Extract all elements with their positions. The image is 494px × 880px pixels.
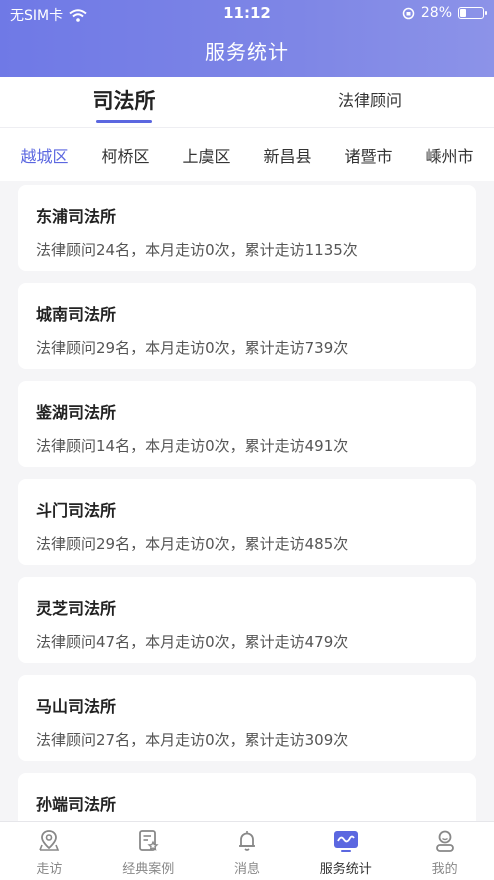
nav-label: 经典案例 [122,862,175,877]
office-stats: 法律顾问29名，本月走访0次，累计走访485次 [36,535,349,553]
battery-icon [458,7,487,19]
list-item[interactable]: 灵芝司法所 法律顾问47名，本月走访0次，累计走访479次 [18,577,476,663]
district-tab-zhuji[interactable]: 诸暨市 [344,143,392,167]
nav-item-messages[interactable]: 消息 [198,822,297,880]
nav-item-visit[interactable]: 走访 [0,822,99,880]
list-item[interactable]: 东浦司法所 法律顾问24名，本月走访0次，累计走访1135次 [18,185,476,271]
nav-label: 我的 [431,862,458,877]
list-item[interactable]: 城南司法所 法律顾问29名，本月走访0次，累计走访739次 [18,283,476,369]
office-name: 斗门司法所 [36,501,117,520]
tab-legal-advisor[interactable]: 法律顾问 [306,77,434,127]
active-tab-indicator [96,120,152,123]
district-tab-yuecheng[interactable]: 越城区 [20,143,68,167]
district-tab-shangyu[interactable]: 上虞区 [182,143,230,167]
document-star-icon [139,830,159,851]
office-stats: 法律顾问29名，本月走访0次，累计走访739次 [36,339,349,357]
office-name: 东浦司法所 [36,207,117,226]
district-tab-shengzhou[interactable]: 嵊州市 [425,143,473,167]
district-tab-keqiao[interactable]: 柯桥区 [101,143,149,167]
map-pin-icon [39,830,60,851]
battery-percent: 28% [420,5,452,21]
tab-judicial-office[interactable]: 司法所 [60,77,188,127]
nav-label: 走访 [36,862,63,877]
nav-label: 服务统计 [319,862,372,877]
bottom-nav: 走访 经典案例 消息 服务统计 我的 [0,821,494,880]
nav-item-statistics[interactable]: 服务统计 [296,822,395,880]
office-name: 灵芝司法所 [36,599,117,618]
office-name: 马山司法所 [36,697,117,716]
list-item[interactable]: 马山司法所 法律顾问27名，本月走访0次，累计走访309次 [18,675,476,761]
tab-label: 法律顾问 [337,91,402,110]
nav-item-cases[interactable]: 经典案例 [99,822,198,880]
district-tab-xinchang[interactable]: 新昌县 [263,143,311,167]
tab-label: 司法所 [92,89,156,113]
page-title: 服务统计 [205,40,289,64]
office-list[interactable]: 东浦司法所 法律顾问24名，本月走访0次，累计走访1135次 城南司法所 法律顾… [18,185,476,821]
office-name: 孙端司法所 [36,795,117,814]
user-icon [435,830,454,852]
chart-wave-icon [333,831,358,852]
nav-label: 消息 [233,862,260,877]
header: 无SIM卡 11:12 28% 服务统计 [0,0,494,77]
office-stats: 法律顾问27名，本月走访0次，累计走访309次 [36,731,349,749]
office-stats: 法律顾问14名，本月走访0次，累计走访491次 [36,437,349,455]
bell-icon [238,831,255,851]
list-item[interactable]: 鉴湖司法所 法律顾问14名，本月走访0次，累计走访491次 [18,381,476,467]
district-tabs: 越城区 柯桥区 上虞区 新昌县 诸暨市 嵊州市 [0,127,494,181]
office-stats: 法律顾问47名，本月走访0次，累计走访479次 [36,633,349,651]
main-tabs: 司法所 法律顾问 [0,77,494,127]
office-name: 鉴湖司法所 [36,403,117,422]
office-name: 城南司法所 [36,305,117,324]
list-item[interactable]: 孙端司法所 [18,773,476,821]
office-stats: 法律顾问24名，本月走访0次，累计走访1135次 [36,241,358,259]
status-bar: 无SIM卡 11:12 28% [0,0,494,26]
nav-item-profile[interactable]: 我的 [395,822,494,880]
list-item[interactable]: 斗门司法所 法律顾问29名，本月走访0次，累计走访485次 [18,479,476,565]
orientation-lock-icon [402,7,415,19]
